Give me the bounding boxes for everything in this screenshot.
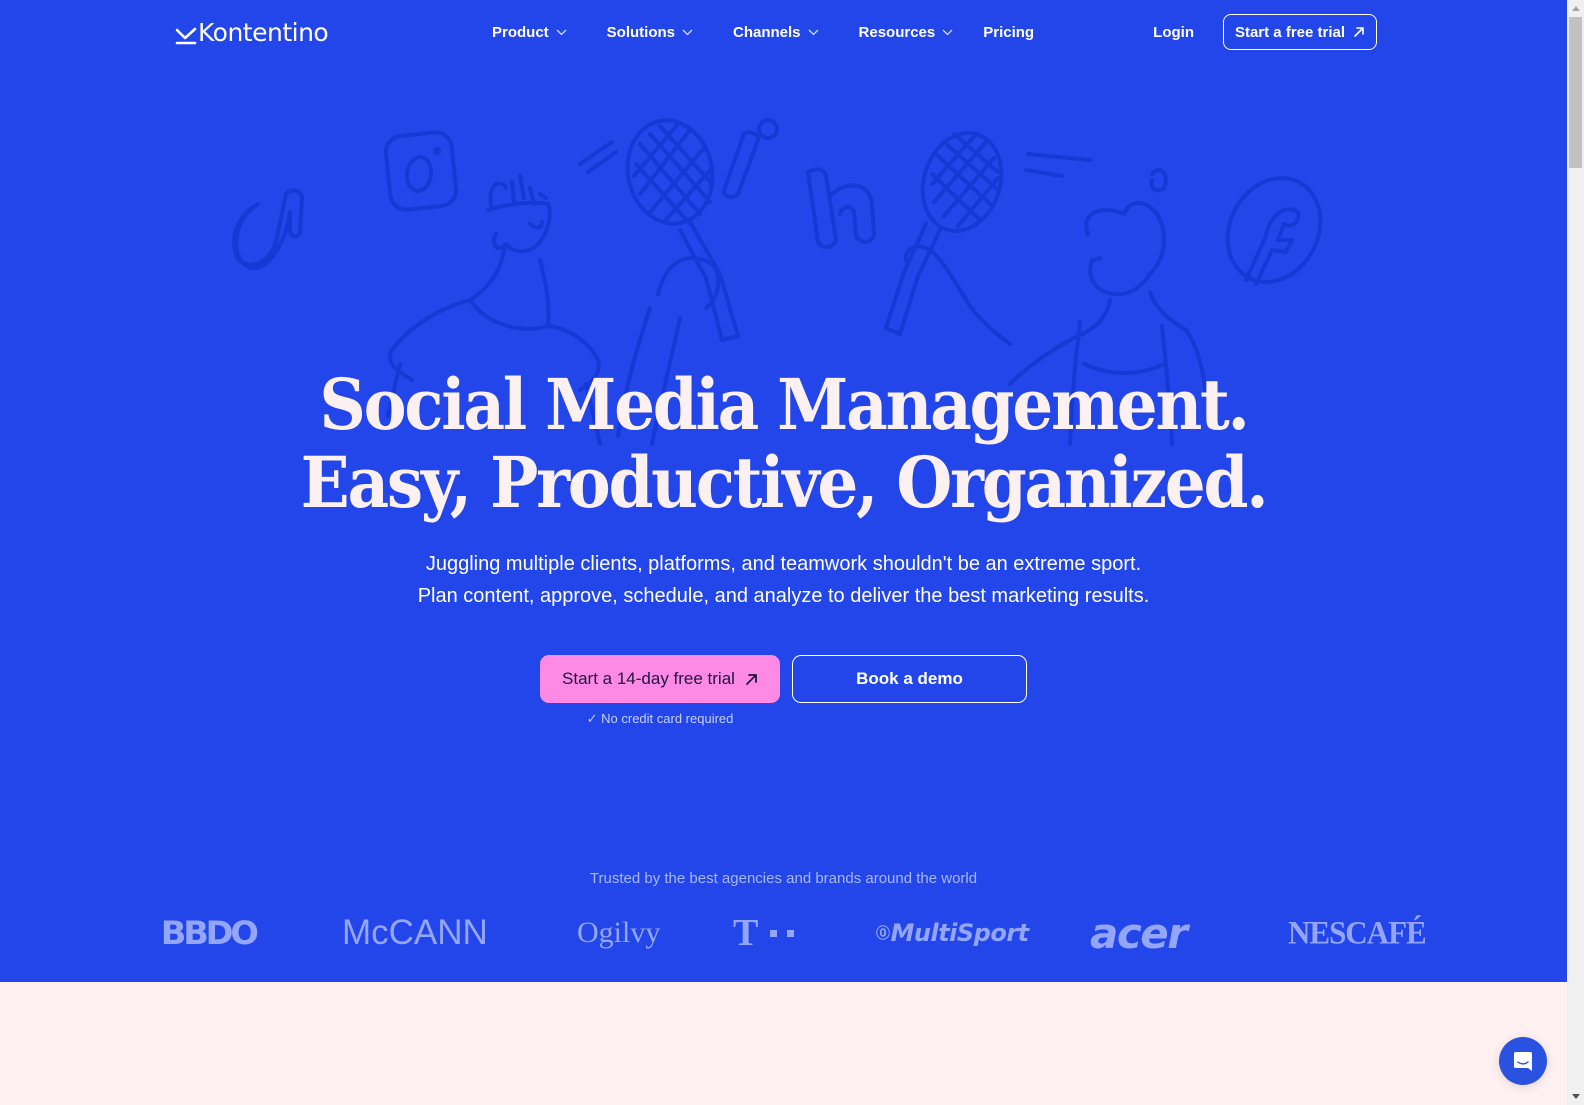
triangle-up-icon — [1571, 6, 1580, 11]
linkedin-icon — [806, 167, 876, 249]
no-credit-card-note: ✓ No credit card required — [540, 711, 780, 727]
facebook-icon — [1225, 176, 1323, 286]
book-demo-button[interactable]: Book a demo — [792, 655, 1027, 703]
acer-logo: acer — [1090, 908, 1188, 958]
chevron-down-icon — [808, 29, 818, 35]
ogilvy-logo: Ogilvy — [577, 916, 661, 949]
hero-headline: Social Media Management. Easy, Productiv… — [0, 366, 1567, 522]
nav-item-label: Solutions — [606, 23, 675, 41]
kontentino-check-mark-icon — [175, 27, 197, 45]
chevron-down-icon — [556, 29, 567, 35]
scrollbar-thumb[interactable] — [1569, 17, 1582, 168]
nav-item-label: Channels — [733, 23, 801, 41]
start-free-trial-label: Start a free trial — [1234, 23, 1346, 41]
subtitle-line-1: Juggling multiple clients, platforms, an… — [425, 553, 1142, 575]
arrow-up-right-icon — [746, 673, 757, 685]
headline-line-1: Social Media Management. — [319, 363, 1249, 446]
nav-item-label: Resources — [858, 23, 936, 41]
multisport-logo: ⓪ MultiSport — [876, 905, 1029, 961]
subtitle-line-2: Plan content, approve, schedule, and ana… — [417, 585, 1150, 607]
chat-bubble-icon — [1514, 1052, 1532, 1071]
telekom-dot — [770, 929, 778, 937]
start-14-day-trial-button[interactable]: Start a 14-day free trial — [540, 655, 780, 703]
multisport-logo-text: MultiSport — [890, 919, 1030, 947]
nav-menu: Product Solutions Channels Resources Pri… — [492, 20, 1058, 44]
nav-item-channels[interactable]: Channels — [733, 20, 819, 44]
triangle-down-icon — [1571, 1094, 1580, 1099]
start-14-day-trial-label: Start a 14-day free trial — [562, 669, 735, 688]
nav-item-solutions[interactable]: Solutions — [607, 20, 693, 44]
logo-link[interactable]: Kontentino — [175, 15, 329, 49]
nav-item-pricing[interactable]: Pricing — [983, 20, 1034, 44]
vertical-scrollbar[interactable] — [1567, 0, 1584, 1105]
hero-subtitle: Juggling multiple clients, platforms, an… — [0, 548, 1567, 612]
client-logos: BBDO McCANN Ogilvy T ⓪ MultiSport acer NE… — [0, 905, 1567, 965]
instagram-icon — [383, 130, 459, 212]
nav-item-product[interactable]: Product — [492, 20, 567, 44]
telekom-logo: T — [733, 905, 795, 961]
no-credit-card-text: No credit card required — [601, 711, 734, 726]
chevron-down-icon — [682, 29, 693, 35]
brand-name: Kontentino — [198, 17, 329, 47]
hero-section: Kontentino Product Solutions Channels Re… — [0, 0, 1567, 982]
nav-item-label: Product — [492, 23, 549, 41]
login-link[interactable]: Login — [1153, 24, 1194, 41]
trusted-by-label: Trusted by the best agencies and brands … — [589, 870, 978, 887]
tiktok-icon — [232, 188, 304, 270]
multisport-mark-icon: ⓪ — [876, 926, 890, 942]
nav-item-resources[interactable]: Resources — [859, 20, 954, 44]
book-demo-label: Book a demo — [856, 669, 963, 688]
page: Kontentino Product Solutions Channels Re… — [0, 0, 1567, 1105]
telekom-logo-text: T — [733, 912, 759, 954]
scroll-down-button[interactable] — [1567, 1088, 1584, 1105]
bbdo-logo: BBDO — [160, 914, 259, 952]
nav-item-label: Pricing — [983, 23, 1035, 41]
arrow-up-right-icon — [1354, 27, 1364, 37]
check-icon: ✓ — [586, 711, 598, 726]
start-free-trial-button[interactable]: Start a free trial — [1223, 14, 1377, 50]
mccann-logo: McCANN — [342, 905, 488, 961]
nescafe-logo: NESCAFÉ — [1288, 914, 1427, 951]
tennis-racket-icon — [884, 131, 1004, 336]
chevron-down-icon — [942, 29, 953, 35]
tennis-racket-icon — [625, 118, 740, 342]
chat-launcher-button[interactable] — [1499, 1037, 1547, 1085]
top-navigation: Kontentino Product Solutions Channels Re… — [0, 0, 1567, 64]
next-section — [0, 982, 1567, 1105]
telekom-dot — [787, 929, 795, 937]
scroll-up-button[interactable] — [1567, 0, 1584, 17]
nav-actions: Login Start a free trial — [1153, 14, 1377, 50]
mccann-logo-text: McCANN — [342, 913, 488, 952]
headline-line-2: Easy, Productive, Organized. — [300, 441, 1269, 524]
